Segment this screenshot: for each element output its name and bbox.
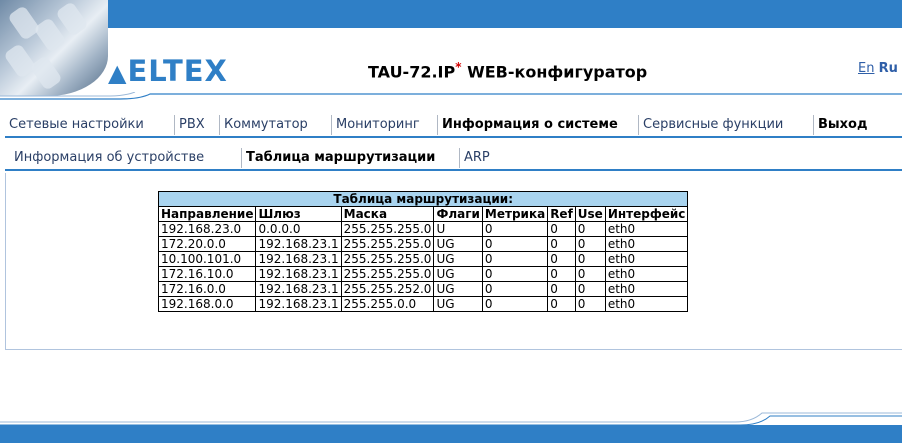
table-cell: UG: [433, 296, 483, 312]
logo-text: ELTEX: [127, 54, 228, 88]
table-cell: 192.168.23.0: [157, 221, 257, 237]
table-cell: U: [433, 221, 483, 237]
header-top-bar: [0, 0, 902, 28]
table-cell: 10.100.101.0: [157, 251, 257, 267]
table-cell: 192.168.23.1: [255, 281, 342, 297]
footer-divider: [0, 412, 902, 426]
column-header: Use: [574, 206, 606, 222]
sub-menu: Информация об устройстве Таблица маршрут…: [5, 145, 902, 171]
table-cell: eth0: [604, 251, 689, 267]
header-divider: [0, 92, 902, 100]
routing-table: Таблица маршрутизации: Направление Шлюз …: [157, 191, 689, 312]
table-cell: 0: [547, 221, 576, 237]
column-header: Метрика: [481, 206, 549, 222]
table-cell: 0: [547, 281, 576, 297]
table-cell: UG: [433, 266, 483, 282]
table-cell: 0.0.0.0: [255, 221, 342, 237]
table-cell: eth0: [604, 296, 689, 312]
table-cell: 0: [481, 281, 549, 297]
lang-en-link[interactable]: En: [858, 61, 874, 76]
table-cell: 192.168.23.1: [255, 266, 342, 282]
table-cell: 0: [574, 236, 606, 252]
column-header: Интерфейс: [604, 206, 689, 222]
menu-service-functions[interactable]: Сервисные функции: [638, 115, 787, 135]
menu-pbx[interactable]: PBX: [174, 115, 209, 135]
table-row: 192.168.0.0 192.168.23.1 255.255.0.0 UG …: [157, 296, 689, 312]
lang-ru-link[interactable]: Ru: [879, 61, 898, 76]
table-row: 192.168.23.0 0.0.0.0 255.255.255.0 U 0 0…: [157, 221, 689, 237]
main-menu: Сетевые настройки PBX Коммутатор Монитор…: [5, 112, 902, 138]
table-cell: 255.255.255.0: [340, 236, 435, 252]
table-cell: 172.16.0.0: [157, 281, 257, 297]
table-cell: 192.168.23.1: [255, 296, 342, 312]
table-cell: 0: [574, 251, 606, 267]
menu-network-settings[interactable]: Сетевые настройки: [5, 115, 148, 135]
table-cell: 0: [481, 221, 549, 237]
table-cell: 0: [547, 296, 576, 312]
table-cell: 192.168.23.1: [255, 236, 342, 252]
menu-system-info[interactable]: Информация о системе: [437, 115, 622, 135]
language-switch: En Ru: [858, 61, 898, 76]
table-cell: 192.168.23.1: [255, 251, 342, 267]
table-cell: 0: [547, 251, 576, 267]
menu-monitoring[interactable]: Мониторинг: [331, 115, 424, 135]
column-header: Маска: [340, 206, 435, 222]
submenu-device-info[interactable]: Информация об устройстве: [10, 148, 208, 168]
table-row: 172.20.0.0 192.168.23.1 255.255.255.0 UG…: [157, 236, 689, 252]
page-title: TAU-72.IP* WEB-конфигуратор: [368, 60, 648, 82]
table-cell: 0: [574, 221, 606, 237]
table-cell: 0: [574, 266, 606, 282]
logo-mark-icon: ▲: [108, 59, 128, 87]
page-footer-bar: [0, 425, 902, 443]
table-cell: 0: [574, 281, 606, 297]
routing-table-caption: Таблица маршрутизации:: [157, 191, 689, 207]
table-cell: 255.255.255.0: [340, 251, 435, 267]
table-cell: 0: [481, 296, 549, 312]
table-cell: 255.255.255.0: [340, 221, 435, 237]
table-row: 10.100.101.0 192.168.23.1 255.255.255.0 …: [157, 251, 689, 267]
table-cell: UG: [433, 281, 483, 297]
table-cell: 255.255.252.0: [340, 281, 435, 297]
menu-exit[interactable]: Выход: [813, 115, 871, 135]
table-cell: 172.20.0.0: [157, 236, 257, 252]
column-header: Шлюз: [255, 206, 342, 222]
submenu-arp[interactable]: ARP: [459, 148, 494, 168]
table-cell: UG: [433, 251, 483, 267]
table-cell: 255.255.255.0: [340, 266, 435, 282]
table-cell: 0: [481, 266, 549, 282]
table-cell: 255.255.0.0: [340, 296, 435, 312]
table-cell: UG: [433, 236, 483, 252]
table-row: 172.16.10.0 192.168.23.1 255.255.255.0 U…: [157, 266, 689, 282]
menu-switch[interactable]: Коммутатор: [219, 115, 312, 135]
table-cell: 0: [481, 236, 549, 252]
submenu-routing-table[interactable]: Таблица маршрутизации: [241, 148, 439, 168]
table-cell: 0: [574, 296, 606, 312]
table-cell: eth0: [604, 266, 689, 282]
table-cell: eth0: [604, 281, 689, 297]
table-cell: eth0: [604, 236, 689, 252]
table-cell: eth0: [604, 221, 689, 237]
table-cell: 0: [547, 236, 576, 252]
eltex-logo: ▲ELTEX: [108, 54, 228, 88]
routing-table-header-row: Направление Шлюз Маска Флаги Метрика Ref…: [157, 206, 689, 222]
column-header: Флаги: [433, 206, 483, 222]
page-header: ▲ELTEX TAU-72.IP* WEB-конфигуратор En Ru: [0, 0, 902, 100]
column-header: Ref: [547, 206, 576, 222]
table-cell: 0: [481, 251, 549, 267]
table-cell: 0: [547, 266, 576, 282]
table-cell: 192.168.0.0: [157, 296, 257, 312]
header-photo: [0, 0, 108, 96]
table-cell: 172.16.10.0: [157, 266, 257, 282]
column-header: Направление: [157, 206, 257, 222]
content-panel: Таблица маршрутизации: Направление Шлюз …: [5, 173, 902, 350]
table-row: 172.16.0.0 192.168.23.1 255.255.252.0 UG…: [157, 281, 689, 297]
